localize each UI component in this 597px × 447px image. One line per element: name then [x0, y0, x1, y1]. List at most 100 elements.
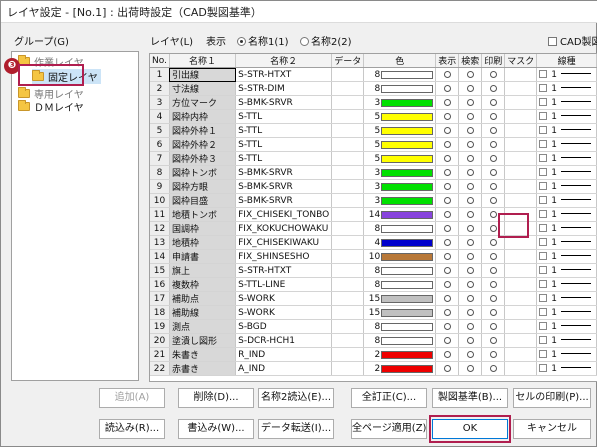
cell-print[interactable]: [481, 123, 506, 138]
cell-linetype[interactable]: 1: [536, 221, 597, 236]
cell-display[interactable]: [435, 221, 460, 236]
cell-search[interactable]: [458, 81, 483, 96]
cell-search[interactable]: [458, 207, 483, 222]
radio-name1[interactable]: 名称1(1): [237, 33, 289, 48]
cell-data[interactable]: [331, 95, 365, 110]
cell-color[interactable]: 4: [363, 235, 437, 250]
cell-color[interactable]: 3: [363, 165, 437, 180]
cell-print[interactable]: [481, 291, 506, 306]
cell-data[interactable]: [331, 235, 365, 250]
cell-name2[interactable]: S-BMK-SRVR: [235, 95, 333, 110]
cell-color[interactable]: 8: [363, 263, 437, 278]
cell-name2[interactable]: S-TTL: [235, 151, 333, 166]
cell-display[interactable]: [435, 291, 460, 306]
cell-data[interactable]: [331, 221, 365, 236]
cell-display[interactable]: [435, 207, 460, 222]
cell-name1[interactable]: 複数枠: [169, 277, 237, 292]
cell-display[interactable]: [435, 67, 460, 82]
cell-display[interactable]: [435, 95, 460, 110]
cell-mask[interactable]: [504, 95, 538, 110]
cell-name2[interactable]: R_IND: [235, 347, 333, 362]
cell-name1[interactable]: 補助線: [169, 305, 237, 320]
cell-data[interactable]: [331, 347, 365, 362]
cell-name2[interactable]: S-DCR-HCH1: [235, 333, 333, 348]
cell-data[interactable]: [331, 151, 365, 166]
cell-mask[interactable]: [504, 179, 538, 194]
cell-name2[interactable]: S-BMK-SRVR: [235, 179, 333, 194]
table-row[interactable]: 17 補助点 S-WORK 15 1: [150, 291, 597, 306]
cell-display[interactable]: [435, 249, 460, 264]
cell-name2[interactable]: S-STR-HTXT: [235, 263, 333, 278]
cell-name2[interactable]: S-WORK: [235, 305, 333, 320]
cell-color[interactable]: 15: [363, 291, 437, 306]
cell-search[interactable]: [458, 291, 483, 306]
cell-name1[interactable]: 図枠外枠３: [169, 151, 237, 166]
cell-print[interactable]: [481, 137, 506, 152]
table-row[interactable]: 3 方位マーク S-BMK-SRVR 3 1: [150, 95, 597, 110]
table-row[interactable]: 14 申請書 FIX_SHINSESHO 10 1: [150, 249, 597, 264]
cell-data[interactable]: [331, 137, 365, 152]
cell-display[interactable]: [435, 277, 460, 292]
cell-name1[interactable]: 図枠外枠２: [169, 137, 237, 152]
cell-mask[interactable]: [504, 123, 538, 138]
cell-search[interactable]: [458, 165, 483, 180]
cell-linetype[interactable]: 1: [536, 333, 597, 348]
cell-mask[interactable]: [504, 137, 538, 152]
cell-print[interactable]: [481, 361, 506, 376]
cell-name2[interactable]: S-BGD: [235, 319, 333, 334]
cell-display[interactable]: [435, 137, 460, 152]
cell-name1[interactable]: 引出線: [169, 67, 237, 82]
cell-print[interactable]: [481, 109, 506, 124]
cell-name1[interactable]: 塗潰し図形: [169, 333, 237, 348]
cell-display[interactable]: [435, 81, 460, 96]
cell-color[interactable]: 2: [363, 347, 437, 362]
cell-linetype[interactable]: 1: [536, 193, 597, 208]
cell-name1[interactable]: 地積トンボ: [169, 207, 237, 222]
cell-search[interactable]: [458, 193, 483, 208]
cell-display[interactable]: [435, 305, 460, 320]
cell-search[interactable]: [458, 221, 483, 236]
table-row[interactable]: 18 補助線 S-WORK 15 1: [150, 305, 597, 320]
cell-print[interactable]: [481, 81, 506, 96]
cell-data[interactable]: [331, 361, 365, 376]
table-row[interactable]: 2 寸法線 S-STR-DIM 8 1: [150, 81, 597, 96]
cell-color[interactable]: 14: [363, 207, 437, 222]
cell-display[interactable]: [435, 109, 460, 124]
cell-search[interactable]: [458, 109, 483, 124]
cell-search[interactable]: [458, 179, 483, 194]
cell-print[interactable]: [481, 249, 506, 264]
cell-linetype[interactable]: 1: [536, 109, 597, 124]
cell-mask[interactable]: [504, 263, 538, 278]
cell-name1[interactable]: 寸法線: [169, 81, 237, 96]
cell-mask[interactable]: [504, 165, 538, 180]
cell-color[interactable]: 8: [363, 67, 437, 82]
cell-search[interactable]: [458, 333, 483, 348]
cell-name1[interactable]: 図枠目盛: [169, 193, 237, 208]
cell-data[interactable]: [331, 67, 365, 82]
table-row[interactable]: 10 図枠目盛 S-BMK-SRVR 3 1: [150, 193, 597, 208]
cell-color[interactable]: 10: [363, 249, 437, 264]
cell-linetype[interactable]: 1: [536, 151, 597, 166]
cell-data[interactable]: [331, 319, 365, 334]
cell-mask[interactable]: [504, 305, 538, 320]
cell-name1[interactable]: 方位マーク: [169, 95, 237, 110]
table-row[interactable]: 12 国調枠 FIX_KOKUCHOWAKU 8 1: [150, 221, 597, 236]
table-row[interactable]: 7 図枠外枠３ S-TTL 5 1: [150, 151, 597, 166]
cell-display[interactable]: [435, 319, 460, 334]
cell-name1[interactable]: 地積枠: [169, 235, 237, 250]
table-row[interactable]: 4 図枠内枠 S-TTL 5 1: [150, 109, 597, 124]
table-row[interactable]: 9 図枠方眼 S-BMK-SRVR 3 1: [150, 179, 597, 194]
cell-mask[interactable]: [504, 347, 538, 362]
cell-mask[interactable]: [504, 361, 538, 376]
table-row[interactable]: 20 塗潰し図形 S-DCR-HCH1 8 1: [150, 333, 597, 348]
cell-search[interactable]: [458, 305, 483, 320]
cancel-button[interactable]: キャンセル: [513, 419, 591, 439]
cell-linetype[interactable]: 1: [536, 123, 597, 138]
cell-mask[interactable]: [504, 277, 538, 292]
cell-data[interactable]: [331, 207, 365, 222]
cell-linetype[interactable]: 1: [536, 95, 597, 110]
cell-display[interactable]: [435, 263, 460, 278]
cell-linetype[interactable]: 1: [536, 263, 597, 278]
cell-display[interactable]: [435, 235, 460, 250]
cell-print[interactable]: [481, 347, 506, 362]
